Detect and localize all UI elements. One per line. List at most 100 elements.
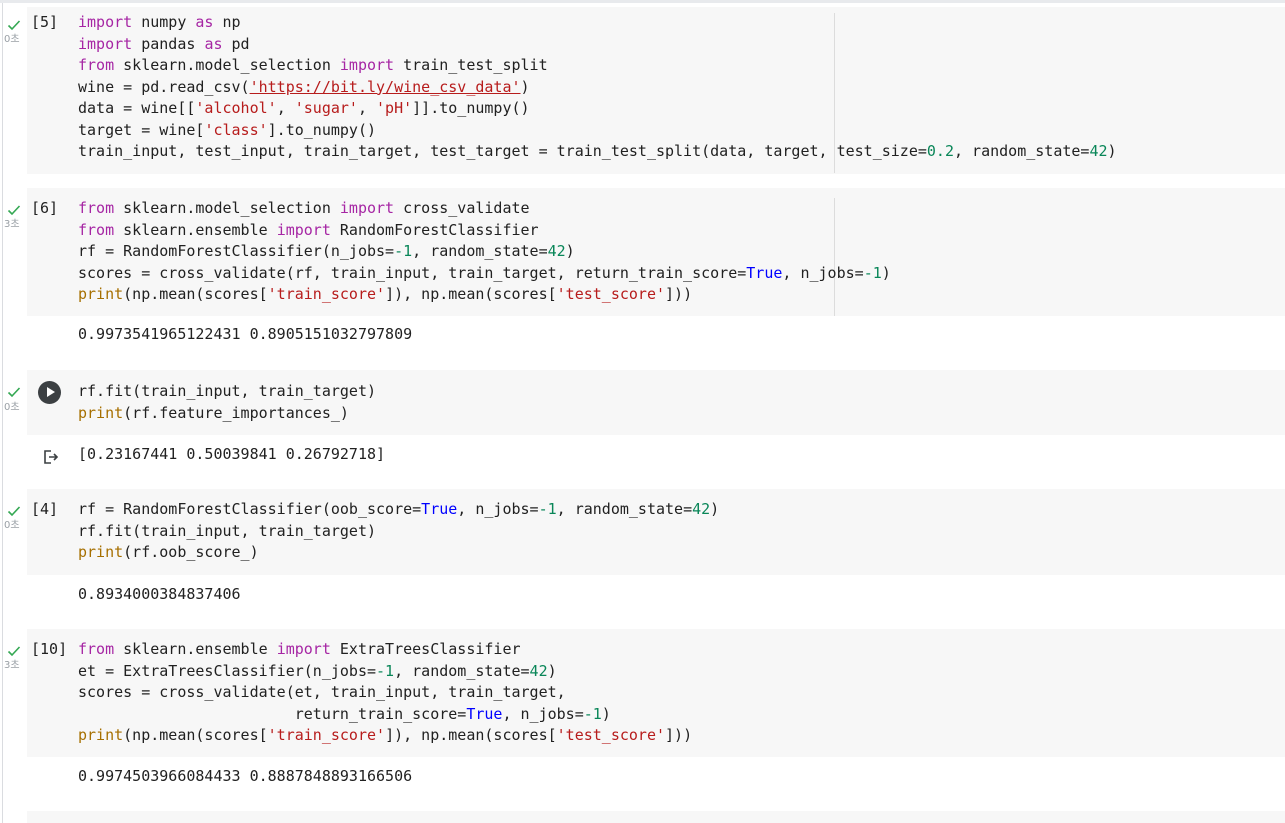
- code-text: , random_state=: [954, 142, 1090, 160]
- check-icon: [7, 201, 23, 216]
- code-text: ].to_numpy(): [267, 120, 377, 139]
- code-text: cross_validate: [394, 199, 530, 217]
- number-token: 0.2: [926, 142, 954, 160]
- code-text: ,: [357, 99, 377, 117]
- keyword-token: import: [78, 34, 133, 53]
- notebook-left-border: [2, 3, 3, 823]
- cell-output: [0.23167441 0.50039841 0.26792718]: [78, 445, 386, 463]
- code-line: data = wine[['alcohol', 'sugar', 'pH']].…: [78, 99, 530, 117]
- cell-code[interactable]: from sklearn.ensemble import ExtraTreesC…: [78, 639, 692, 747]
- code-text: RandomForestClassifier: [330, 220, 539, 239]
- code-line: import numpy as np: [78, 13, 241, 31]
- builtin-token: print: [78, 403, 124, 422]
- code-text: pd: [222, 34, 250, 53]
- execution-duration: 3초: [4, 219, 20, 230]
- cell-code[interactable]: from sklearn.model_selection import cros…: [78, 198, 891, 306]
- keyword-token: from: [78, 220, 115, 239]
- code-text: ]), np.mean(scores[: [385, 726, 557, 744]
- keyword-token: import: [78, 13, 133, 31]
- code-text: , random_state=: [556, 500, 693, 518]
- output-redirect-icon[interactable]: [42, 448, 60, 466]
- check-icon: [7, 16, 23, 31]
- string-token: 'alcohol': [195, 99, 277, 117]
- url-link[interactable]: 'https://bit.ly/wine_csv_data': [250, 78, 521, 96]
- execution-count: [4]: [31, 500, 59, 518]
- code-text: ])): [665, 726, 693, 744]
- code-text: rf.fit(train_input, train_target): [78, 521, 377, 540]
- code-text: ])): [665, 285, 693, 303]
- next-code-cell[interactable]: [27, 811, 1285, 823]
- number-token: -1: [376, 661, 395, 680]
- code-line: train_input, test_input, train_target, t…: [78, 142, 1117, 160]
- string-token: 'test_score': [556, 726, 666, 744]
- code-line: rf = RandomForestClassifier(oob_score=Tr…: [78, 500, 719, 518]
- number-token: 42: [529, 661, 548, 680]
- code-line: scores = cross_validate(et, train_input,…: [78, 683, 566, 701]
- code-text: train_input, test_input, train_target, t…: [78, 142, 927, 160]
- number-token: -1: [538, 500, 557, 518]
- code-text: return_train_score=: [78, 704, 467, 723]
- code-line: scores = cross_validate(rf, train_input,…: [78, 264, 891, 282]
- cell-code[interactable]: import numpy as np import pandas as pd f…: [78, 12, 1117, 163]
- string-token: 'sugar': [294, 99, 358, 117]
- code-line: from sklearn.ensemble import ExtraTreesC…: [78, 640, 521, 658]
- string-token: 'pH': [376, 99, 413, 117]
- code-text: np: [213, 13, 241, 31]
- code-text: ]].to_numpy(): [412, 99, 530, 117]
- cell-code[interactable]: rf.fit(train_input, train_target) print(…: [78, 381, 376, 424]
- code-line: print(np.mean(scores['train_score']), np…: [78, 285, 692, 303]
- code-line: wine = pd.read_csv('https://bit.ly/wine_…: [78, 78, 530, 96]
- execution-duration: 0초: [4, 520, 20, 531]
- number-token: 42: [547, 242, 566, 260]
- keyword-token: import: [276, 220, 331, 239]
- code-line: return_train_score=True, n_jobs=-1): [78, 705, 611, 723]
- execution-count: [10]: [31, 640, 68, 658]
- code-text: target = wine[: [78, 120, 205, 139]
- code-text: ): [881, 263, 891, 282]
- string-token: 'test_score': [556, 285, 666, 303]
- cell-output: 0.9973541965122431 0.8905151032797809: [78, 325, 413, 343]
- keyword-token: as: [195, 13, 214, 31]
- code-line: import pandas as pd: [78, 35, 250, 53]
- play-circle-icon[interactable]: [38, 381, 61, 404]
- code-text: , n_jobs=: [502, 704, 584, 723]
- keyword-token: from: [78, 56, 115, 74]
- check-icon: [7, 383, 23, 398]
- code-text: wine = pd.read_csv(: [78, 77, 250, 96]
- code-text: , random_state=: [412, 242, 548, 260]
- code-text: et = ExtraTreesClassifier(n_jobs=: [78, 661, 377, 680]
- code-text: , n_jobs=: [457, 500, 539, 518]
- code-text: , random_state=: [394, 661, 530, 680]
- execution-count: [6]: [31, 199, 59, 217]
- boolean-token: True: [746, 263, 783, 282]
- builtin-token: print: [78, 285, 124, 303]
- boolean-token: True: [466, 704, 503, 723]
- keyword-token: from: [78, 199, 115, 217]
- string-token: 'class': [204, 120, 268, 139]
- code-text: data = wine[[: [78, 99, 196, 117]
- code-text: pandas: [132, 34, 205, 53]
- keyword-token: as: [204, 34, 223, 53]
- code-line: rf.fit(train_input, train_target): [78, 382, 376, 400]
- check-icon: [7, 642, 23, 657]
- execution-duration: 3초: [4, 660, 20, 671]
- code-text: ]), np.mean(scores[: [385, 285, 557, 303]
- execution-count: [5]: [31, 13, 59, 31]
- builtin-token: print: [78, 543, 124, 561]
- code-text: scores = cross_validate(et, train_input,…: [78, 683, 566, 701]
- code-text: numpy: [132, 13, 196, 31]
- code-text: ,: [276, 99, 295, 117]
- code-text: ExtraTreesClassifier: [330, 640, 521, 658]
- cell-output: 0.9974503966084433 0.8887848893166506: [78, 767, 413, 785]
- code-text: train_test_split: [394, 56, 548, 74]
- code-text: rf.fit(train_input, train_target): [78, 382, 377, 400]
- cell-code[interactable]: rf = RandomForestClassifier(oob_score=Tr…: [78, 499, 719, 564]
- code-text: scores = cross_validate(rf, train_input,…: [78, 263, 747, 282]
- code-line: rf.fit(train_input, train_target): [78, 522, 376, 540]
- code-text: (np.mean(scores[: [123, 726, 268, 744]
- code-line: rf = RandomForestClassifier(n_jobs=-1, r…: [78, 242, 575, 260]
- code-text: sklearn.ensemble: [114, 220, 277, 239]
- code-text: ): [710, 500, 720, 518]
- code-line: print(rf.feature_importances_): [78, 404, 349, 422]
- keyword-token: import: [339, 199, 395, 217]
